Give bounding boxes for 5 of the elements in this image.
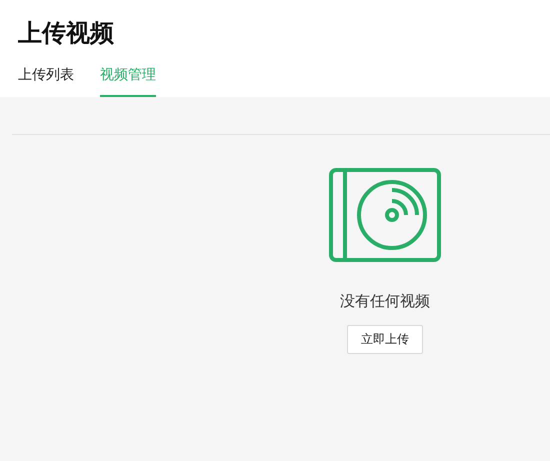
page-title: 上传视频 — [18, 18, 115, 48]
empty-message: 没有任何视频 — [340, 292, 430, 311]
upload-now-button[interactable]: 立即上传 — [347, 325, 423, 354]
tab[interactable]: 上传列表 — [18, 66, 74, 97]
disc-case-icon — [329, 168, 441, 262]
